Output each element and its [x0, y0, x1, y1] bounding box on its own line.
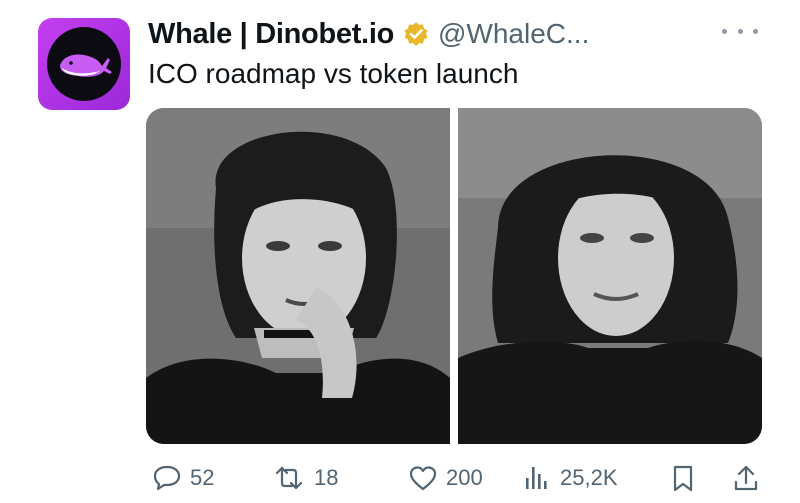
- tweet-header: Whale | Dinobet.io @WhaleC...: [148, 14, 589, 54]
- retweet-button[interactable]: 18: [272, 458, 338, 498]
- bookmark-icon: [673, 465, 693, 492]
- reply-count: 52: [190, 465, 215, 490]
- user-handle[interactable]: @WhaleC...: [438, 18, 589, 50]
- retweet-count: 18: [314, 465, 339, 490]
- views-bar-chart-icon: [526, 467, 547, 489]
- tweet-text: ICO roadmap vs token launch: [148, 58, 519, 89]
- like-button[interactable]: 200: [408, 458, 483, 498]
- photo-left[interactable]: [146, 108, 450, 444]
- like-count: 200: [446, 465, 483, 490]
- reply-icon: [153, 465, 181, 491]
- photo-right[interactable]: [458, 108, 762, 444]
- reply-button[interactable]: 52: [152, 458, 214, 498]
- bookmark-button[interactable]: [670, 458, 696, 498]
- retweet-icon: [275, 466, 303, 490]
- views-count: 25,2K: [560, 465, 618, 490]
- more-options-icon[interactable]: [722, 22, 758, 40]
- heart-icon: [409, 466, 437, 491]
- share-icon: [734, 465, 758, 491]
- tweet-media[interactable]: [146, 108, 762, 444]
- photo-left-illustration: [146, 108, 450, 444]
- whale-logo-icon: [47, 27, 121, 101]
- display-name[interactable]: Whale | Dinobet.io: [148, 18, 394, 51]
- share-button[interactable]: [732, 458, 760, 498]
- avatar[interactable]: [38, 18, 130, 110]
- views-button[interactable]: 25,2K: [522, 458, 618, 498]
- tweet-actions: 52 18 200 25,2K: [146, 458, 762, 498]
- photo-right-illustration: [458, 108, 762, 444]
- verified-badge-icon: [402, 20, 430, 48]
